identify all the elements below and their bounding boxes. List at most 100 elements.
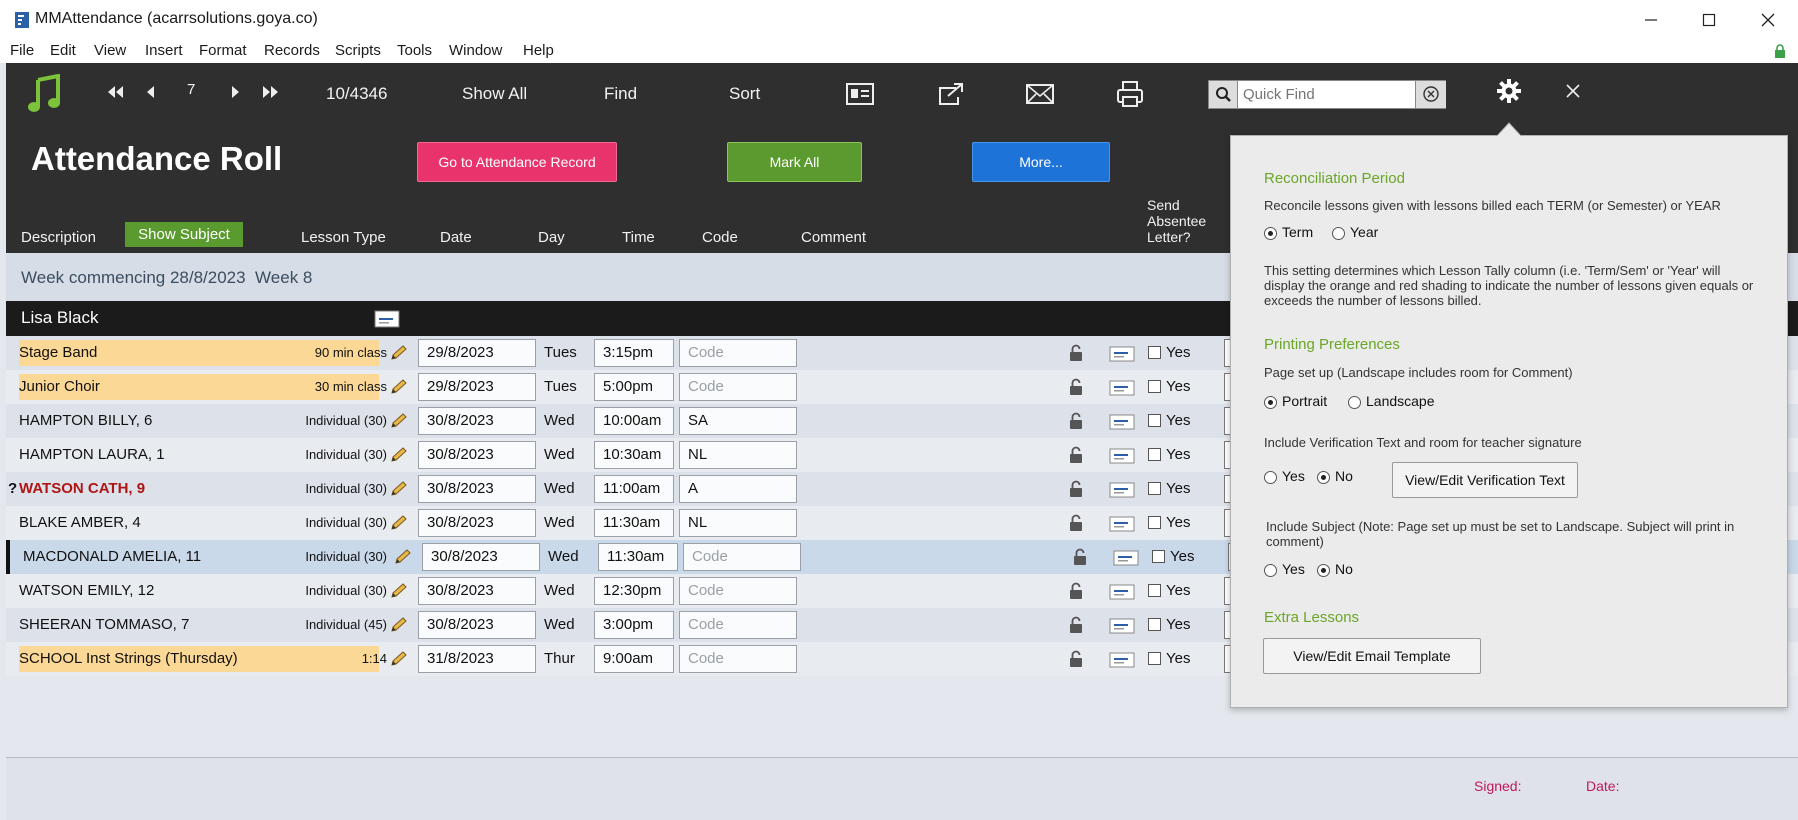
subject-no-radio[interactable] (1317, 564, 1330, 577)
close-window-button[interactable] (1748, 6, 1788, 34)
term-radio[interactable] (1264, 227, 1277, 240)
gear-icon[interactable] (1497, 79, 1521, 103)
subject-yes-radio[interactable] (1264, 564, 1277, 577)
lock-icon[interactable] (1069, 616, 1083, 634)
time-field[interactable]: 5:00pm (594, 373, 674, 401)
date-field[interactable]: 30/8/2023 (418, 509, 536, 537)
student-name[interactable]: Stage Band (19, 344, 97, 361)
pencil-icon[interactable] (390, 413, 408, 429)
pencil-icon[interactable] (394, 549, 412, 565)
last-record-icon[interactable] (262, 85, 280, 99)
envelope-icon[interactable] (1109, 448, 1135, 464)
pencil-icon[interactable] (390, 481, 408, 497)
student-name[interactable]: SCHOOL Inst Strings (Thursday) (19, 650, 238, 667)
find-button[interactable]: Find (604, 84, 637, 104)
time-field[interactable]: 10:00am (594, 407, 674, 435)
quick-find-input[interactable] (1241, 84, 1406, 105)
menu-window[interactable]: Window (449, 42, 502, 59)
code-field[interactable]: Code (679, 339, 797, 367)
date-field[interactable]: 30/8/2023 (422, 543, 540, 571)
view-edit-verification-button[interactable]: View/Edit Verification Text (1392, 462, 1578, 498)
envelope-icon[interactable] (374, 310, 400, 328)
pencil-icon[interactable] (390, 447, 408, 463)
landscape-radio[interactable] (1348, 396, 1361, 409)
code-field[interactable]: Code (679, 373, 797, 401)
maximize-button[interactable] (1689, 6, 1729, 34)
lock-icon[interactable] (1069, 446, 1083, 464)
time-field[interactable]: 12:30pm (594, 577, 674, 605)
date-field[interactable]: 29/8/2023 (418, 339, 536, 367)
date-field[interactable]: 30/8/2023 (418, 407, 536, 435)
search-icon[interactable] (1209, 81, 1238, 108)
menu-file[interactable]: File (10, 42, 34, 59)
date-field[interactable]: 29/8/2023 (418, 373, 536, 401)
absentee-checkbox[interactable] (1148, 482, 1161, 495)
pencil-icon[interactable] (390, 515, 408, 531)
menu-edit[interactable]: Edit (50, 42, 76, 59)
pencil-icon[interactable] (390, 345, 408, 361)
verification-no-radio[interactable] (1317, 471, 1330, 484)
export-icon[interactable] (936, 82, 964, 106)
go-to-attendance-record-button[interactable]: Go to Attendance Record (417, 142, 617, 182)
print-icon[interactable] (1116, 80, 1144, 108)
lock-icon[interactable] (1069, 480, 1083, 498)
code-field[interactable]: NL (679, 441, 797, 469)
show-all-button[interactable]: Show All (462, 84, 527, 104)
absentee-checkbox[interactable] (1148, 516, 1161, 529)
sort-button[interactable]: Sort (729, 84, 760, 104)
date-field[interactable]: 30/8/2023 (418, 475, 536, 503)
next-record-icon[interactable] (231, 85, 241, 99)
code-field[interactable]: Code (679, 577, 797, 605)
show-subject-button[interactable]: Show Subject (125, 222, 243, 247)
code-field[interactable]: A (679, 475, 797, 503)
verification-yes-radio[interactable] (1264, 471, 1277, 484)
menu-tools[interactable]: Tools (397, 42, 432, 59)
envelope-icon[interactable] (1109, 414, 1135, 430)
time-field[interactable]: 3:15pm (594, 339, 674, 367)
absentee-checkbox[interactable] (1148, 448, 1161, 461)
envelope-icon[interactable] (1109, 584, 1135, 600)
time-field[interactable]: 11:00am (594, 475, 674, 503)
absentee-checkbox[interactable] (1148, 618, 1161, 631)
student-name[interactable]: HAMPTON BILLY, 6 (19, 412, 152, 429)
minimize-button[interactable] (1631, 6, 1671, 34)
pencil-icon[interactable] (390, 379, 408, 395)
absentee-checkbox[interactable] (1148, 414, 1161, 427)
code-field[interactable]: NL (679, 509, 797, 537)
code-field[interactable]: SA (679, 407, 797, 435)
envelope-icon[interactable] (1109, 516, 1135, 532)
student-name[interactable]: BLAKE AMBER, 4 (19, 514, 141, 531)
absentee-checkbox[interactable] (1148, 584, 1161, 597)
first-record-icon[interactable] (106, 85, 124, 99)
lock-icon[interactable] (1069, 650, 1083, 668)
year-radio[interactable] (1332, 227, 1345, 240)
quick-find-field[interactable] (1208, 80, 1446, 109)
record-number[interactable]: 7 (187, 81, 195, 98)
clear-search-icon[interactable] (1415, 81, 1446, 108)
date-field[interactable]: 31/8/2023 (418, 645, 536, 673)
view-edit-email-template-button[interactable]: View/Edit Email Template (1263, 638, 1481, 674)
code-field[interactable]: Code (679, 611, 797, 639)
menu-format[interactable]: Format (199, 42, 247, 59)
contact-card-icon[interactable] (846, 83, 874, 105)
time-field[interactable]: 3:00pm (594, 611, 674, 639)
portrait-radio[interactable] (1264, 396, 1277, 409)
mark-all-button[interactable]: Mark All (727, 142, 862, 182)
time-field[interactable]: 11:30am (598, 543, 678, 571)
pencil-icon[interactable] (390, 583, 408, 599)
lock-icon[interactable] (1069, 378, 1083, 396)
lock-icon[interactable] (1069, 344, 1083, 362)
previous-record-icon[interactable] (145, 85, 155, 99)
lock-icon[interactable] (1069, 514, 1083, 532)
absentee-checkbox[interactable] (1148, 652, 1161, 665)
email-icon[interactable] (1026, 84, 1054, 104)
student-name[interactable]: MACDONALD AMELIA, 11 (23, 548, 201, 565)
menu-insert[interactable]: Insert (145, 42, 183, 59)
lock-icon[interactable] (1073, 548, 1087, 566)
menu-records[interactable]: Records (264, 42, 320, 59)
student-name[interactable]: WATSON CATH, 9 (19, 480, 145, 497)
code-field[interactable]: Code (683, 543, 801, 571)
envelope-icon[interactable] (1109, 482, 1135, 498)
absentee-checkbox[interactable] (1148, 380, 1161, 393)
envelope-icon[interactable] (1109, 380, 1135, 396)
